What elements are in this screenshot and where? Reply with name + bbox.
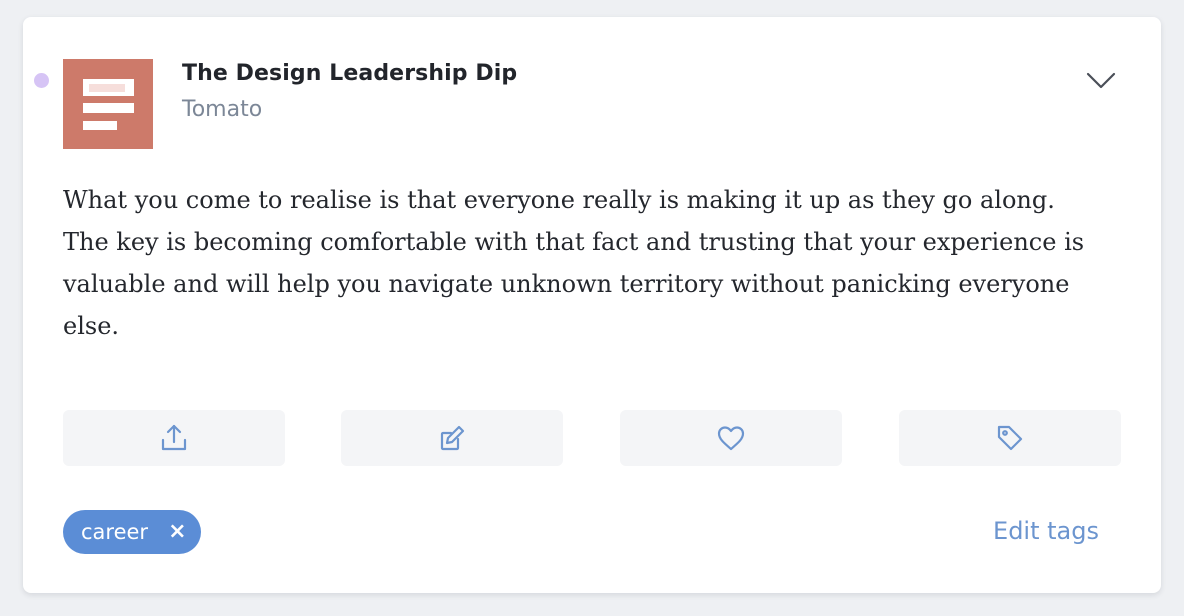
thumbnail-bar-1: [83, 79, 134, 96]
tag-remove-icon[interactable]: ×: [168, 521, 186, 543]
source-thumbnail: [63, 59, 153, 149]
highlight-card: The Design Leadership Dip Tomato What yo…: [23, 17, 1161, 593]
share-upload-icon: [161, 424, 187, 451]
favorite-button[interactable]: [620, 410, 842, 466]
expand-toggle[interactable]: [1083, 67, 1119, 95]
tag-label: career: [81, 520, 149, 544]
share-button[interactable]: [63, 410, 285, 466]
tag-icon: [997, 425, 1023, 451]
unread-indicator-dot: [34, 73, 49, 88]
edit-note-button[interactable]: [341, 410, 563, 466]
chevron-down-icon: [1086, 72, 1116, 89]
thumbnail-bar-3: [83, 121, 117, 130]
highlight-title[interactable]: The Design Leadership Dip: [182, 61, 517, 86]
thumbnail-bar-2: [83, 103, 134, 113]
heart-icon: [717, 426, 745, 451]
tag-button[interactable]: [899, 410, 1121, 466]
highlight-source: Tomato: [182, 97, 263, 122]
tag-chip-career[interactable]: career ×: [63, 510, 201, 554]
highlight-quote: What you come to realise is that everyon…: [63, 186, 1085, 340]
edit-tags-link[interactable]: Edit tags: [993, 517, 1099, 545]
edit-note-icon: [440, 425, 465, 451]
